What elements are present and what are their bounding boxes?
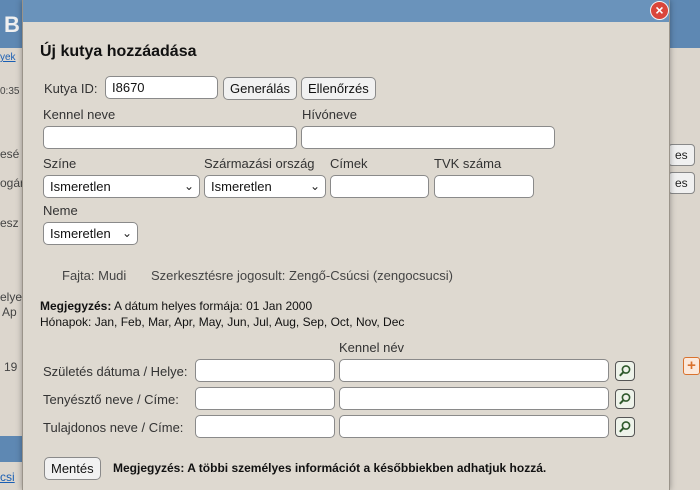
- sex-select[interactable]: Ismeretlen ⌄: [43, 222, 138, 245]
- add-dog-dialog: × Új kutya hozzáadása Kutya ID: Generálá…: [22, 0, 670, 490]
- background-text-fragment: ogár: [0, 176, 25, 190]
- tvk-input[interactable]: [434, 175, 534, 198]
- months-note: Hónapok: Jan, Feb, Mar, Apr, May, Jun, J…: [40, 315, 405, 329]
- call-name-input[interactable]: [301, 126, 555, 149]
- background-text-fragment: esz: [0, 216, 19, 230]
- background-button-fragment[interactable]: es: [668, 144, 695, 166]
- background-text-fragment: elye: [0, 290, 23, 304]
- dialog-title: Új kutya hozzáadása: [40, 43, 197, 60]
- magnifier-icon: [619, 365, 631, 377]
- origin-label: Származási ország: [204, 156, 315, 171]
- plus-icon[interactable]: +: [683, 357, 700, 375]
- kennel-name-label: Kennel neve: [43, 107, 116, 122]
- background-band: [0, 436, 22, 462]
- background-link-fragment[interactable]: yek: [0, 52, 16, 63]
- close-icon[interactable]: ×: [650, 1, 669, 20]
- magnifier-icon: [619, 393, 631, 405]
- dialog-titlebar: [23, 0, 669, 22]
- generate-button[interactable]: Generálás: [223, 77, 297, 100]
- editor-info: Szerkesztésre jogosult: Zengő-Csúcsi (ze…: [151, 268, 454, 283]
- breeder-label: Tenyésztő neve / Címe:: [43, 392, 179, 407]
- magnifier-icon: [619, 421, 631, 433]
- owner-address-input[interactable]: [339, 415, 609, 438]
- call-name-label: Hívóneve: [302, 107, 357, 122]
- chevron-down-icon: ⌄: [121, 226, 132, 240]
- background-text-fragment: esé: [0, 147, 20, 161]
- kennel-name-input[interactable]: [43, 126, 297, 149]
- breeder-search-button[interactable]: [615, 389, 635, 409]
- birth-date-input[interactable]: [195, 359, 335, 382]
- color-select-value: Ismeretlen: [50, 179, 111, 194]
- check-button[interactable]: Ellenőrzés: [301, 77, 376, 100]
- sex-select-value: Ismeretlen: [50, 226, 111, 241]
- color-label: Színe: [43, 156, 77, 171]
- note-text: A dátum helyes formája: 01 Jan 2000: [111, 299, 313, 313]
- background-link-fragment[interactable]: csi: [0, 470, 15, 484]
- background-text-fragment: Ap: [2, 305, 17, 319]
- owner-name-input[interactable]: [195, 415, 335, 438]
- note-label: Megjegyzés:: [40, 299, 112, 313]
- background-text-fragment: 19: [4, 360, 18, 374]
- color-select[interactable]: Ismeretlen ⌄: [43, 175, 200, 198]
- owner-label: Tulajdonos neve / Címe:: [43, 420, 184, 435]
- titles-input[interactable]: [330, 175, 429, 198]
- background-button-fragment[interactable]: es: [668, 172, 695, 194]
- chevron-down-icon: ⌄: [183, 179, 194, 193]
- date-format-note: Megjegyzés: A dátum helyes formája: 01 J…: [40, 299, 312, 313]
- birth-label: Születés dátuma / Helye:: [43, 364, 188, 379]
- origin-select[interactable]: Ismeretlen ⌄: [204, 175, 326, 198]
- titles-label: Címek: [330, 156, 368, 171]
- sex-label: Neme: [43, 203, 78, 218]
- footer-note: Megjegyzés: A többi személyes információ…: [113, 461, 547, 475]
- background-time-fragment: 0:35: [0, 86, 20, 97]
- dog-id-label: Kutya ID:: [44, 81, 98, 96]
- breeder-address-input[interactable]: [339, 387, 609, 410]
- save-button[interactable]: Mentés: [44, 457, 101, 480]
- birth-search-button[interactable]: [615, 361, 635, 381]
- breed-info: Fajta: Mudi: [62, 268, 127, 283]
- birth-place-input[interactable]: [339, 359, 609, 382]
- kennel-column-label: Kennel név: [339, 340, 405, 355]
- background-title-fragment: B: [4, 12, 20, 37]
- owner-search-button[interactable]: [615, 417, 635, 437]
- tvk-label: TVK száma: [434, 156, 502, 171]
- dog-id-input[interactable]: [105, 76, 218, 99]
- origin-select-value: Ismeretlen: [211, 179, 272, 194]
- chevron-down-icon: ⌄: [309, 179, 320, 193]
- breeder-name-input[interactable]: [195, 387, 335, 410]
